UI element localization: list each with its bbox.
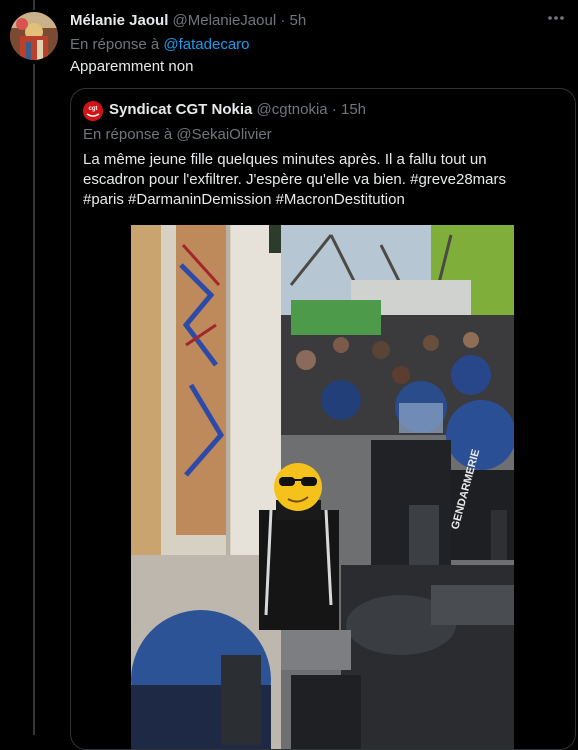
emoji-face (274, 463, 322, 511)
quoted-text: La même jeune fille quelques minutes apr… (83, 150, 553, 210)
thread-line (33, 64, 35, 735)
more-options-icon[interactable] (546, 8, 566, 33)
avatar-image (10, 12, 58, 60)
author-name[interactable]: Mélanie Jaoul (70, 12, 168, 29)
tweet-header: Mélanie Jaoul @MelanieJaoul · 5h (70, 12, 306, 29)
quoted-media-photo[interactable]: GENDARMERIE (131, 225, 514, 749)
quoted-avatar[interactable]: cgt (83, 101, 103, 121)
reply-to-link[interactable]: @fatadecaro (163, 36, 249, 53)
separator-dot: · (280, 12, 286, 29)
quoted-text-line: #paris #DarmaninDemission #MacronDestitu… (83, 191, 405, 208)
quoted-text-line: escadron pour l'exfiltrer. J'espère qu'e… (83, 171, 506, 188)
reply-prefix: En réponse à (70, 36, 160, 53)
quoted-header: Syndicat CGT Nokia @cgtnokia · 15h (109, 101, 366, 118)
quoted-time[interactable]: 15h (341, 101, 366, 118)
quoted-separator-dot: · (331, 101, 337, 118)
cgt-logo-text: cgt (89, 106, 98, 112)
tweet-text: Apparemment non (70, 58, 194, 75)
protest-photo: GENDARMERIE (131, 225, 514, 749)
quoted-text-line: La même jeune fille quelques minutes apr… (83, 151, 487, 168)
thread-line-top (33, 0, 35, 10)
author-handle[interactable]: @MelanieJaoul (173, 12, 277, 29)
avatar[interactable] (10, 12, 58, 60)
quoted-tweet[interactable]: cgt Syndicat CGT Nokia @cgtnokia · 15h E… (70, 88, 576, 750)
tweet-time[interactable]: 5h (290, 12, 307, 29)
reply-context: En réponse à @fatadecaro (70, 36, 250, 53)
quoted-author-handle[interactable]: @cgtnokia (257, 101, 328, 118)
quoted-reply-context: En réponse à @SekaiOlivier (83, 126, 272, 143)
quoted-author-name[interactable]: Syndicat CGT Nokia (109, 101, 252, 118)
